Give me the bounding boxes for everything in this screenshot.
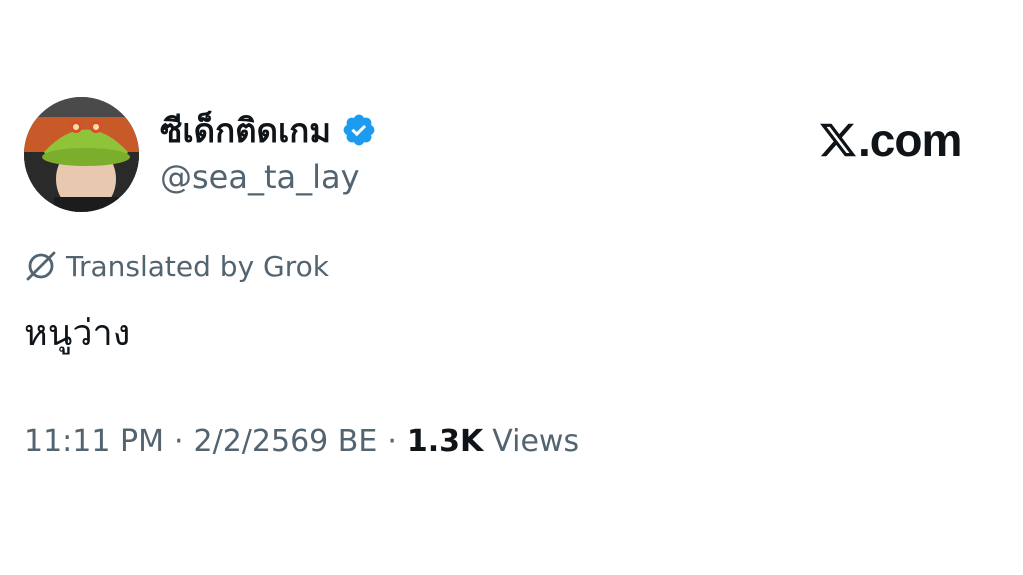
meta-separator: · — [173, 424, 184, 459]
translation-notice[interactable]: Translated by Grok — [24, 247, 329, 285]
views-count[interactable]: 1.3K — [407, 424, 483, 459]
tweet-meta: 11:11 PM · 2/2/2569 BE · 1.3K Views — [24, 424, 579, 459]
avatar-photo — [24, 97, 139, 212]
grok-icon — [24, 249, 58, 283]
author-display-name[interactable]: ซีเด็กติดเกม — [160, 104, 331, 157]
author-handle[interactable]: @sea_ta_lay — [160, 158, 360, 196]
avatar[interactable] — [24, 97, 139, 212]
brand-logo: .com — [818, 112, 962, 168]
tweet-text: หนูว่าง — [24, 313, 131, 354]
meta-separator: · — [387, 424, 397, 459]
tweet-time[interactable]: 11:11 PM — [24, 424, 164, 459]
brand-domain-text: .com — [858, 114, 962, 166]
author-name-row: ซีเด็กติดเกม — [160, 108, 377, 152]
tweet-date[interactable]: 2/2/2569 BE — [194, 424, 378, 459]
translation-label: Translated by Grok — [66, 249, 329, 283]
views-label[interactable]: Views — [492, 424, 579, 459]
x-logo-icon — [818, 120, 858, 160]
verified-badge-icon[interactable] — [341, 112, 377, 148]
